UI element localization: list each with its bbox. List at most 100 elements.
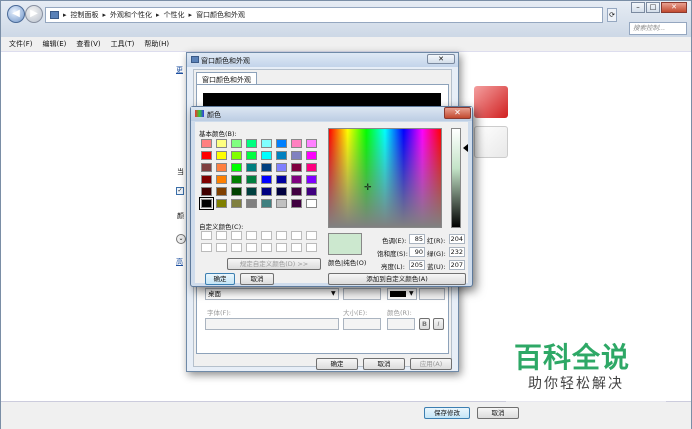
basic-color-swatch[interactable]	[306, 187, 317, 196]
maximize-button[interactable]: □	[646, 2, 660, 13]
basic-color-swatch[interactable]	[231, 199, 242, 208]
ok-button[interactable]: 确定	[316, 358, 358, 370]
link-fragment[interactable]: 高	[176, 257, 183, 267]
custom-color-swatch[interactable]	[276, 231, 287, 240]
basic-color-swatch[interactable]	[291, 163, 302, 172]
basic-color-swatch[interactable]	[276, 175, 287, 184]
hue-input[interactable]: 85	[409, 234, 425, 244]
basic-color-swatch[interactable]	[231, 139, 242, 148]
custom-color-swatch[interactable]	[261, 231, 272, 240]
breadcrumb-window-color[interactable]: 窗口颜色和外观	[196, 10, 245, 20]
basic-color-swatch[interactable]	[246, 199, 257, 208]
basic-color-swatch[interactable]	[216, 151, 227, 160]
close-button[interactable]: ✕	[427, 54, 455, 64]
luminance-slider[interactable]	[451, 128, 461, 228]
custom-color-swatch[interactable]	[291, 231, 302, 240]
luminance-input[interactable]: 205	[409, 260, 425, 270]
font-select[interactable]	[205, 318, 339, 330]
basic-color-swatch[interactable]	[261, 151, 272, 160]
basic-color-swatch[interactable]	[276, 163, 287, 172]
custom-color-swatch[interactable]	[261, 243, 272, 252]
link-fragment[interactable]: 更	[176, 65, 183, 75]
basic-color-swatch[interactable]	[201, 175, 212, 184]
basic-color-swatch[interactable]	[201, 187, 212, 196]
green-input[interactable]: 232	[449, 247, 465, 257]
basic-color-swatch[interactable]	[276, 187, 287, 196]
custom-color-swatch[interactable]	[216, 243, 227, 252]
basic-color-swatch[interactable]	[261, 175, 272, 184]
basic-color-swatch[interactable]	[201, 139, 212, 148]
bold-button[interactable]: B	[419, 318, 430, 330]
basic-color-swatch[interactable]	[231, 151, 242, 160]
basic-color-swatch[interactable]	[276, 151, 287, 160]
search-input[interactable]: 搜索控制...	[629, 22, 687, 35]
basic-color-swatch[interactable]	[291, 139, 302, 148]
menu-edit[interactable]: 编辑(E)	[43, 39, 67, 49]
custom-color-swatch[interactable]	[246, 231, 257, 240]
slider-arrow-icon[interactable]	[463, 144, 468, 152]
basic-color-swatch[interactable]	[216, 139, 227, 148]
blue-input[interactable]: 207	[449, 260, 465, 270]
basic-color-swatch[interactable]	[306, 139, 317, 148]
menu-help[interactable]: 帮助(H)	[144, 39, 169, 49]
custom-color-swatch[interactable]	[291, 243, 302, 252]
custom-color-swatch[interactable]	[231, 243, 242, 252]
basic-color-swatch[interactable]	[276, 139, 287, 148]
basic-color-swatch[interactable]	[291, 187, 302, 196]
basic-color-swatch[interactable]	[261, 199, 272, 208]
italic-button[interactable]: I	[433, 318, 444, 330]
basic-color-swatch[interactable]	[306, 199, 317, 208]
checkbox[interactable]: ✓	[176, 187, 184, 195]
basic-color-swatch[interactable]	[231, 175, 242, 184]
item-select[interactable]: 桌面	[205, 288, 339, 300]
breadcrumb-control-panel[interactable]: 控制面板	[71, 10, 99, 20]
menu-file[interactable]: 文件(F)	[9, 39, 33, 49]
breadcrumb-personalization[interactable]: 个性化	[164, 10, 185, 20]
custom-color-swatch[interactable]	[201, 243, 212, 252]
custom-color-swatch[interactable]	[306, 231, 317, 240]
custom-color-swatch[interactable]	[231, 231, 242, 240]
minimize-button[interactable]: –	[631, 2, 645, 13]
expand-icon[interactable]: ⌄	[176, 234, 186, 244]
menu-view[interactable]: 查看(V)	[76, 39, 100, 49]
basic-color-swatch[interactable]	[306, 175, 317, 184]
basic-color-swatch[interactable]	[201, 163, 212, 172]
color2-select[interactable]	[419, 288, 445, 300]
basic-color-swatch[interactable]	[246, 187, 257, 196]
basic-color-swatch[interactable]	[246, 163, 257, 172]
basic-color-swatch[interactable]	[276, 199, 287, 208]
refresh-icon[interactable]: ⟳	[607, 8, 617, 22]
custom-color-swatch[interactable]	[216, 231, 227, 240]
custom-color-swatch[interactable]	[306, 243, 317, 252]
apply-button[interactable]: 应用(A)	[410, 358, 452, 370]
color-picker-button[interactable]: ▼	[387, 288, 417, 300]
menu-tools[interactable]: 工具(T)	[111, 39, 135, 49]
cancel-button[interactable]: 取消	[477, 407, 519, 419]
basic-color-swatch[interactable]	[246, 175, 257, 184]
color-tile-white[interactable]	[474, 126, 508, 158]
color-spectrum[interactable]: ✛	[328, 128, 442, 228]
basic-color-swatch[interactable]	[201, 151, 212, 160]
basic-color-swatch[interactable]	[246, 151, 257, 160]
basic-color-swatch[interactable]	[261, 163, 272, 172]
cancel-button[interactable]: 取消	[363, 358, 405, 370]
address-bar[interactable]: ▸ 控制面板 ▸ 外观和个性化 ▸ 个性化 ▸ 窗口颜色和外观	[45, 7, 603, 23]
basic-color-swatch[interactable]	[291, 199, 302, 208]
custom-color-swatch[interactable]	[201, 231, 212, 240]
save-changes-button[interactable]: 保存修改	[424, 407, 470, 419]
saturation-input[interactable]: 90	[409, 247, 425, 257]
basic-color-swatch[interactable]	[216, 175, 227, 184]
basic-color-swatch[interactable]	[291, 151, 302, 160]
basic-color-swatch[interactable]	[261, 139, 272, 148]
forward-icon[interactable]: ▶	[25, 5, 43, 23]
basic-color-swatch[interactable]	[246, 139, 257, 148]
basic-color-swatch[interactable]	[216, 187, 227, 196]
font-size-select[interactable]	[343, 318, 381, 330]
basic-color-swatch[interactable]	[199, 197, 214, 210]
color-tile-red[interactable]	[474, 86, 508, 118]
ok-button[interactable]: 确定	[205, 273, 235, 285]
basic-color-swatch[interactable]	[306, 151, 317, 160]
basic-color-swatch[interactable]	[261, 187, 272, 196]
basic-color-swatch[interactable]	[231, 187, 242, 196]
custom-color-swatch[interactable]	[276, 243, 287, 252]
